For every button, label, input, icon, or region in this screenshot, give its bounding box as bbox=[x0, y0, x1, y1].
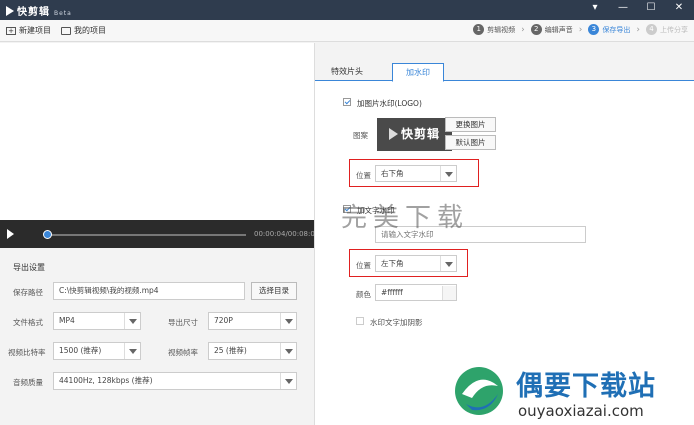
step-edit-video[interactable]: 1 剪辑视频 bbox=[473, 24, 515, 35]
brand-url: ouyaoxiazai.com bbox=[518, 402, 644, 420]
app-name: 快剪辑 bbox=[17, 7, 50, 18]
export-settings-title: 导出设置 bbox=[13, 263, 45, 272]
color-picker[interactable]: #ffffff bbox=[375, 284, 457, 301]
audio-quality-label: 音频质量 bbox=[13, 378, 43, 387]
export-settings-panel: 导出设置 保存路径 C:\快剪辑视频\我的视频.mp4 选择目录 文件格式 MP… bbox=[0, 248, 314, 425]
add-icon: + bbox=[6, 26, 16, 35]
app-logo: 快剪辑 Beta bbox=[6, 3, 72, 18]
minimize-icon[interactable]: — bbox=[616, 2, 630, 13]
choose-directory-button[interactable]: 选择目录 bbox=[251, 282, 297, 300]
step-upload-share: 4 上传分享 bbox=[646, 24, 688, 35]
chevron-right-icon: › bbox=[521, 24, 525, 35]
text-position-select[interactable]: 左下角 bbox=[375, 255, 457, 272]
color-label: 颜色 bbox=[356, 290, 371, 299]
tab-add-watermark[interactable]: 加水印 bbox=[392, 63, 444, 82]
title-bar: 快剪辑 Beta ▾ — ☐ ✕ bbox=[0, 0, 694, 20]
pattern-label: 图案 bbox=[353, 131, 368, 140]
audio-quality-select[interactable]: 44100Hz, 128kbps (推荐) bbox=[53, 372, 297, 390]
player-controls: 00:00:04/00:08:04 bbox=[0, 220, 319, 248]
watermark-logo-preview: 快剪辑 bbox=[377, 118, 452, 151]
chevron-down-icon bbox=[280, 313, 296, 329]
step-progress: 1 剪辑视频 › 2 编辑声音 › 3 保存导出 › 4 上传分享 bbox=[473, 24, 688, 35]
beta-badge: Beta bbox=[54, 10, 72, 17]
video-preview bbox=[0, 43, 314, 220]
overlay-watermark-text: 完美下载 bbox=[341, 203, 470, 233]
image-position-select[interactable]: 右下角 bbox=[375, 165, 457, 182]
window-controls: ▾ — ☐ ✕ bbox=[588, 2, 686, 13]
chevron-down-icon bbox=[440, 166, 456, 181]
brand-logo-icon bbox=[455, 367, 503, 415]
close-icon[interactable]: ✕ bbox=[672, 2, 686, 13]
color-swatch bbox=[442, 286, 456, 300]
brand-name: 偶要下载站 bbox=[516, 371, 656, 402]
play-logo-icon bbox=[388, 128, 398, 140]
tab-bar: 特效片头 加水印 bbox=[315, 43, 694, 82]
chevron-down-icon bbox=[124, 313, 140, 329]
chevron-down-icon bbox=[280, 343, 296, 359]
save-path-field[interactable]: C:\快剪辑视频\我的视频.mp4 bbox=[53, 282, 245, 300]
time-readout: 00:00:04/00:08:04 bbox=[254, 230, 320, 238]
step-edit-audio[interactable]: 2 编辑声音 bbox=[530, 24, 573, 35]
chevron-down-icon bbox=[280, 373, 296, 389]
format-label: 文件格式 bbox=[13, 318, 43, 327]
save-path-label: 保存路径 bbox=[13, 288, 43, 297]
default-image-button[interactable]: 默认图片 bbox=[445, 135, 496, 150]
my-projects-button[interactable]: 我的项目 bbox=[61, 25, 106, 36]
text-shadow-label: 水印文字加阴影 bbox=[370, 318, 423, 327]
framerate-select[interactable]: 25 (推荐) bbox=[208, 342, 297, 360]
chevron-right-icon: › bbox=[636, 24, 640, 35]
image-watermark-label: 加图片水印(LOGO) bbox=[357, 99, 422, 108]
new-project-label: 新建项目 bbox=[19, 26, 51, 35]
bitrate-select[interactable]: 1500 (推荐) bbox=[53, 342, 141, 360]
play-logo-icon bbox=[6, 6, 14, 16]
seek-handle[interactable] bbox=[43, 230, 52, 239]
my-projects-label: 我的项目 bbox=[74, 26, 106, 35]
text-position-label: 位置 bbox=[356, 261, 371, 270]
toolbar: + 新建项目 我的项目 1 剪辑视频 › 2 编辑声音 › 3 保存导出 › 4 上传分… bbox=[0, 20, 694, 42]
seek-track[interactable] bbox=[46, 234, 246, 236]
maximize-icon[interactable]: ☐ bbox=[644, 2, 658, 13]
framerate-label: 视频帧率 bbox=[168, 348, 198, 357]
size-select[interactable]: 720P bbox=[208, 312, 297, 330]
format-select[interactable]: MP4 bbox=[53, 312, 141, 330]
tab-intro-effects[interactable]: 特效片头 bbox=[321, 63, 373, 82]
menu-dropdown-icon[interactable]: ▾ bbox=[588, 2, 602, 13]
chevron-down-icon bbox=[440, 256, 456, 271]
step-save-export[interactable]: 3 保存导出 bbox=[588, 24, 630, 35]
chevron-down-icon bbox=[124, 343, 140, 359]
folder-icon bbox=[61, 26, 71, 35]
size-label: 导出尺寸 bbox=[168, 318, 198, 327]
change-image-button[interactable]: 更换图片 bbox=[445, 117, 496, 132]
play-icon[interactable] bbox=[7, 229, 14, 239]
text-shadow-checkbox[interactable] bbox=[356, 317, 364, 325]
brand-overlay: 偶要下载站 ouyaoxiazai.com bbox=[452, 358, 692, 425]
bitrate-label: 视频比特率 bbox=[8, 348, 46, 357]
image-position-label: 位置 bbox=[356, 171, 371, 180]
chevron-right-icon: › bbox=[578, 24, 583, 35]
image-watermark-checkbox[interactable] bbox=[343, 98, 351, 106]
new-project-button[interactable]: + 新建项目 bbox=[6, 25, 51, 36]
